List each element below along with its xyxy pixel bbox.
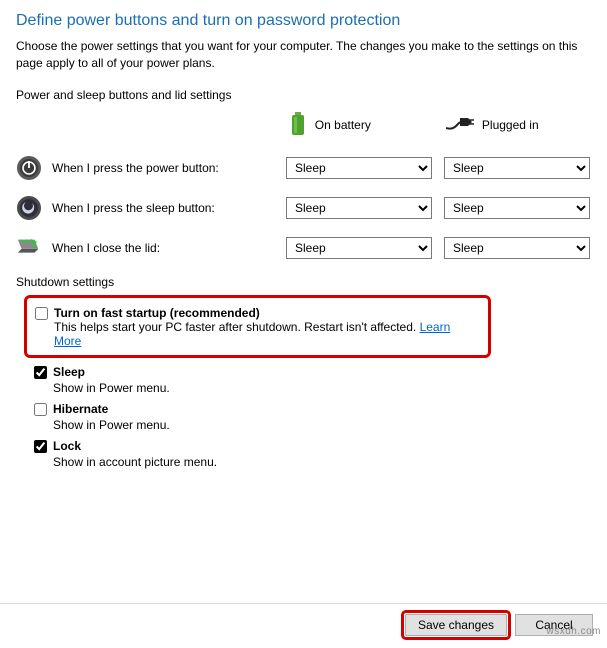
sleep-button-plugged-select[interactable]: Sleep [444,197,590,219]
footer: Save changes Cancel [0,604,607,648]
lid-battery-select[interactable]: Sleep [286,237,432,259]
page-description: Choose the power settings that you want … [16,38,591,72]
lid-icon [16,235,42,261]
row-sleep-button: When I press the sleep button: Sleep Sle… [16,195,591,221]
sleep-label: Sleep [53,365,85,379]
column-battery: On battery [289,112,434,139]
column-headers: On battery Plugged in [16,112,591,139]
battery-icon [289,112,307,139]
fast-startup-label: Turn on fast startup (recommended) [54,306,480,320]
column-battery-label: On battery [315,118,371,132]
column-plugged: Plugged in [446,116,591,135]
sleep-checkbox[interactable] [34,366,47,379]
lid-plugged-select[interactable]: Sleep [444,237,590,259]
row-power-button-label: When I press the power button: [52,161,219,175]
hibernate-checkbox[interactable] [34,403,47,416]
fast-startup-highlight: Turn on fast startup (recommended) This … [24,295,491,358]
section-label: Power and sleep buttons and lid settings [16,88,591,102]
power-button-icon [16,155,42,181]
plug-icon [446,116,474,135]
power-button-battery-select[interactable]: Sleep [286,157,432,179]
row-sleep-button-label: When I press the sleep button: [52,201,215,215]
column-plugged-label: Plugged in [482,118,539,132]
lock-sub: Show in account picture menu. [16,455,591,473]
fast-startup-checkbox[interactable] [35,307,48,320]
sleep-button-battery-select[interactable]: Sleep [286,197,432,219]
lock-label: Lock [53,439,81,453]
save-changes-button[interactable]: Save changes [405,614,507,636]
fast-startup-sub: This helps start your PC faster after sh… [54,320,480,348]
shutdown-settings-label: Shutdown settings [16,275,591,289]
sleep-sub: Show in Power menu. [16,381,591,399]
sleep-button-icon [16,195,42,221]
row-lid-label: When I close the lid: [52,241,160,255]
power-button-plugged-select[interactable]: Sleep [444,157,590,179]
hibernate-label: Hibernate [53,402,108,416]
hibernate-sub: Show in Power menu. [16,418,591,436]
page-title: Define power buttons and turn on passwor… [16,12,591,30]
row-lid: When I close the lid: Sleep Sleep [16,235,591,261]
watermark: wsxdh.com [546,626,601,637]
lock-checkbox[interactable] [34,440,47,453]
row-power-button: When I press the power button: Sleep Sle… [16,155,591,181]
